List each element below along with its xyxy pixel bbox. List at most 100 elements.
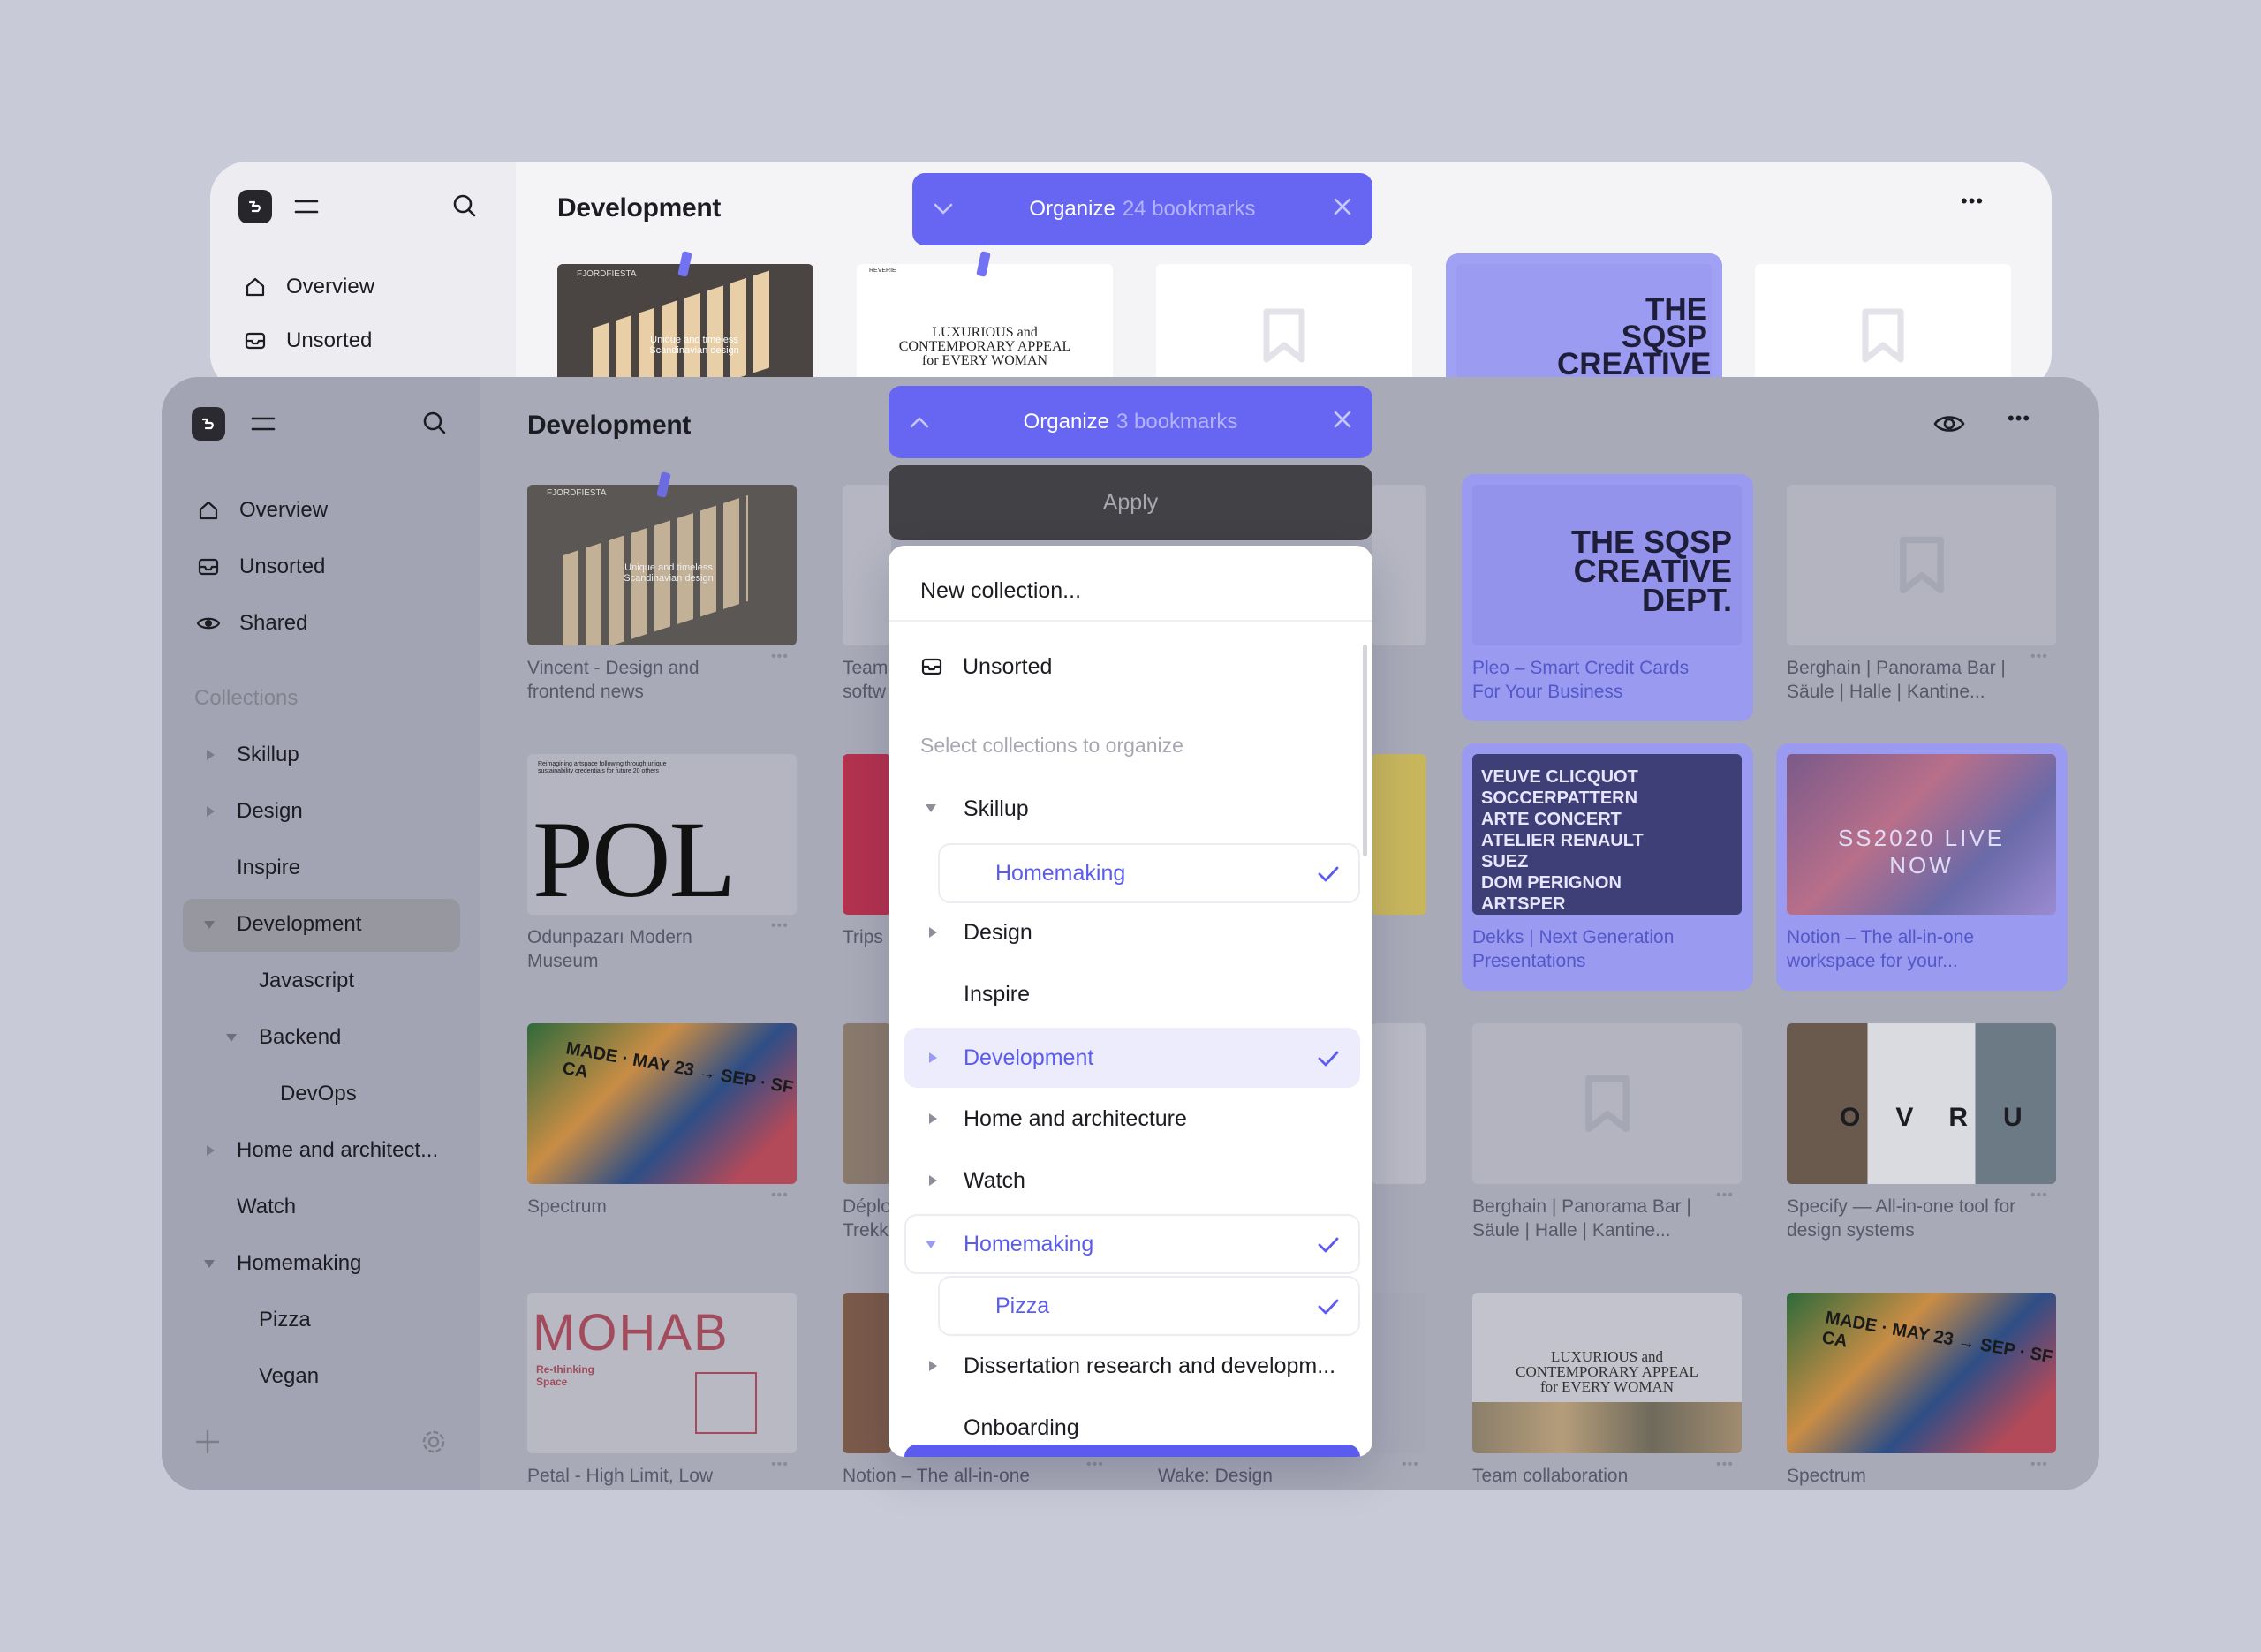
bookmark-thumb[interactable]: MOHAB Re-thinking Space — [527, 1293, 797, 1453]
more-options-icon[interactable]: ••• — [1716, 1188, 1734, 1203]
tree-item-backend[interactable]: Backend — [226, 1025, 341, 1050]
dropdown-item-development[interactable]: Development — [889, 1036, 1372, 1080]
expand-arrow-icon[interactable] — [207, 806, 215, 817]
bookmark-thumb[interactable] — [843, 1293, 891, 1453]
search-icon[interactable] — [450, 192, 479, 220]
organize-bar[interactable]: Organize 3 bookmarks — [889, 386, 1372, 458]
dropdown-item-homemaking-child[interactable]: Homemaking — [889, 850, 1372, 896]
bookmark-caption[interactable]: Berghain | Panorama Bar | Säule | Halle … — [1787, 656, 2025, 704]
bookmark-caption[interactable]: Notion – The all-in-one — [843, 1464, 1072, 1488]
more-options-icon[interactable]: ••• — [771, 649, 789, 665]
tree-item-vegan[interactable]: Vegan — [259, 1364, 319, 1389]
nav-overview[interactable]: Overview — [197, 498, 328, 523]
bookmark-thumb[interactable] — [843, 1023, 891, 1184]
more-options-icon[interactable]: ••• — [1716, 1457, 1734, 1473]
search-icon[interactable] — [420, 409, 449, 437]
bookmark-thumb[interactable] — [1372, 754, 1426, 915]
dropdown-item-home-architecture[interactable]: Home and architecture — [889, 1098, 1372, 1139]
chevron-up-icon[interactable] — [910, 410, 929, 434]
menu-icon[interactable] — [248, 411, 278, 437]
dropdown-item-onboarding[interactable]: Onboarding — [889, 1407, 1372, 1448]
bookmark-thumb-placeholder[interactable] — [1472, 1023, 1742, 1184]
bookmark-thumb[interactable]: FJORDFIESTA Unique and timeless Scandina… — [557, 264, 813, 391]
expand-arrow-icon[interactable] — [929, 1113, 937, 1124]
dropdown-item-inspire[interactable]: Inspire — [889, 974, 1372, 1015]
tree-item-watch[interactable]: Watch — [237, 1195, 296, 1219]
bookmark-caption[interactable]: Vincent - Design and frontend news — [527, 656, 739, 704]
bookmark-caption[interactable]: Berghain | Panorama Bar | Säule | Halle … — [1472, 1195, 1702, 1242]
more-options-icon[interactable]: ••• — [771, 1457, 789, 1473]
expand-arrow-icon[interactable] — [929, 1175, 937, 1186]
bookmark-caption[interactable]: Déplo Trekk — [843, 1195, 892, 1242]
bookmark-thumb[interactable]: REVERIE LUXURIOUS and CONTEMPORARY APPEA… — [857, 264, 1113, 391]
dropdown-item-design[interactable]: Design — [889, 912, 1372, 953]
expand-arrow-icon[interactable] — [207, 750, 215, 760]
more-options-icon[interactable]: ••• — [2030, 1188, 2048, 1203]
apply-button[interactable]: Apply — [889, 465, 1372, 540]
nav-unsorted[interactable]: Unsorted — [197, 554, 325, 579]
bookmark-thumb[interactable]: MADE · MAY 23 → SEP · SF CA — [527, 1023, 797, 1184]
app-logo[interactable] — [192, 407, 225, 441]
nav-shared[interactable]: Shared — [197, 611, 307, 636]
bookmark-card-selected[interactable]: VEUVE CLICQUOT SOCCERPATTERN ARTE CONCER… — [1462, 743, 1753, 991]
settings-icon[interactable] — [420, 1428, 448, 1456]
bookmark-caption[interactable]: Wake: Design — [1158, 1464, 1370, 1488]
close-icon[interactable] — [1334, 410, 1351, 434]
bookmark-thumb[interactable] — [1372, 1293, 1426, 1453]
bookmark-thumb[interactable]: Reimagining artspace following through u… — [527, 754, 797, 915]
bookmark-thumb[interactable]: MADE · MAY 23 → SEP · SF CA — [1787, 1293, 2056, 1453]
more-options-icon[interactable]: ••• — [1961, 190, 1984, 213]
bookmark-card-selected[interactable]: SS2020 LIVE NOW Notion – The all-in-one … — [1776, 743, 2068, 991]
collapse-arrow-icon[interactable] — [204, 1260, 215, 1268]
expand-arrow-icon[interactable] — [207, 1145, 215, 1156]
dropdown-item-skillup[interactable]: Skillup — [889, 788, 1372, 829]
tree-item-inspire[interactable]: Inspire — [237, 856, 300, 880]
close-icon[interactable] — [1334, 197, 1351, 222]
more-options-icon[interactable]: ••• — [2030, 1457, 2048, 1473]
bookmark-thumb-placeholder[interactable] — [1156, 264, 1412, 391]
app-logo[interactable] — [238, 190, 272, 223]
organize-bar[interactable]: Organize 24 bookmarks — [912, 173, 1372, 245]
bookmark-thumb[interactable] — [843, 754, 891, 915]
bookmark-thumb-selected[interactable]: THE SQSP CREATIVE — [1446, 253, 1722, 391]
bookmark-thumb[interactable]: OVRU — [1787, 1023, 2056, 1184]
tree-item-skillup[interactable]: Skillup — [207, 743, 299, 767]
add-icon[interactable] — [193, 1428, 222, 1456]
tree-item-design[interactable]: Design — [207, 799, 303, 824]
nav-unsorted[interactable]: Unsorted — [244, 328, 372, 353]
dropdown-item-homemaking[interactable]: Homemaking — [889, 1222, 1372, 1266]
tree-item-pizza[interactable]: Pizza — [259, 1308, 311, 1332]
new-collection-option[interactable]: New collection... — [889, 570, 1372, 611]
chevron-down-icon[interactable] — [934, 197, 953, 222]
bookmark-thumb[interactable] — [1372, 485, 1426, 645]
bookmark-thumb-placeholder[interactable] — [1787, 485, 2056, 645]
collapse-arrow-icon[interactable] — [204, 921, 215, 929]
bookmark-caption[interactable]: Specify — All-in-one tool for design sys… — [1787, 1195, 2025, 1242]
collapse-arrow-icon[interactable] — [226, 1034, 237, 1042]
expand-arrow-icon[interactable] — [929, 1361, 937, 1371]
bookmark-thumb[interactable]: FJORDFIESTA Unique and timeless Scandina… — [527, 485, 797, 645]
bookmark-thumb[interactable] — [843, 485, 891, 645]
more-options-icon[interactable]: ••• — [771, 1188, 789, 1203]
nav-overview[interactable]: Overview — [244, 275, 374, 299]
more-options-icon[interactable]: ••• — [1402, 1457, 1419, 1473]
bookmark-caption[interactable]: Team collaboration — [1472, 1464, 1702, 1488]
menu-icon[interactable] — [291, 193, 321, 220]
bookmark-card-selected[interactable]: THE SQSP CREATIVE DEPT. Pleo – Smart Cre… — [1462, 474, 1753, 721]
unsorted-option[interactable]: Unsorted — [889, 646, 1372, 687]
tree-item-devops[interactable]: DevOps — [280, 1082, 357, 1106]
collapse-arrow-icon[interactable] — [926, 1241, 936, 1248]
expand-arrow-icon[interactable] — [929, 927, 937, 938]
dropdown-item-pizza[interactable]: Pizza — [889, 1284, 1372, 1328]
eye-icon[interactable] — [1932, 411, 1967, 437]
more-options-icon[interactable]: ••• — [1086, 1457, 1104, 1473]
bookmark-caption[interactable]: Odunpazarı Modern Museum — [527, 925, 739, 973]
tree-item-javascript[interactable]: Javascript — [259, 969, 354, 993]
tree-item-homemaking[interactable]: Homemaking — [204, 1251, 361, 1276]
expand-arrow-icon[interactable] — [929, 1052, 937, 1063]
bookmark-caption[interactable]: Petal - High Limit, Low — [527, 1464, 757, 1488]
collapse-arrow-icon[interactable] — [926, 804, 936, 812]
dropdown-item-dissertation[interactable]: Dissertation research and developm... — [889, 1346, 1372, 1386]
bookmark-thumb[interactable]: LUXURIOUS and CONTEMPORARY APPEAL for EV… — [1472, 1293, 1742, 1453]
more-options-icon[interactable]: ••• — [2008, 407, 2030, 430]
